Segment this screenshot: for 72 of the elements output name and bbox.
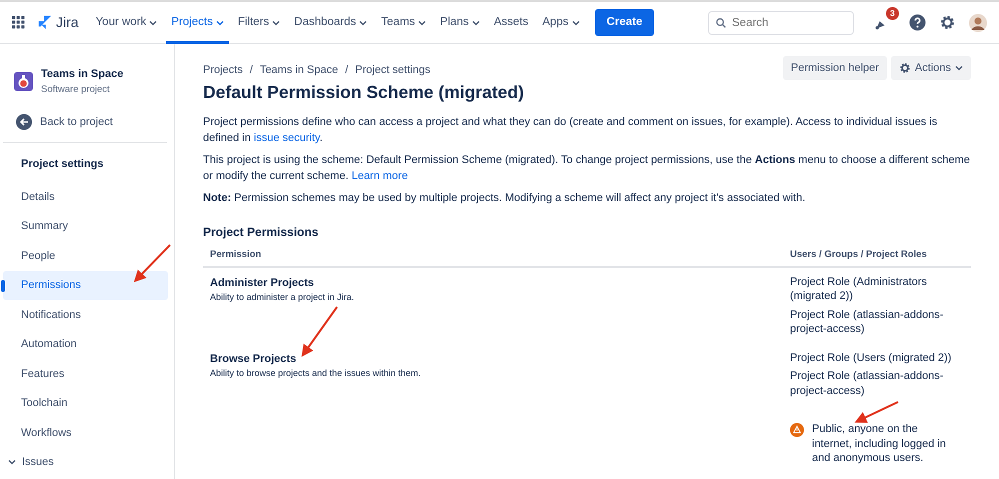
warning-icon	[790, 423, 804, 438]
role-text: Project Role (atlassian-addons-project-access)	[790, 369, 944, 398]
annotation-arrow	[302, 306, 338, 357]
section-title: Project Permissions	[203, 224, 320, 240]
sidebar-item[interactable]: Workflows	[3, 418, 168, 448]
sidebar-item[interactable]: Features	[3, 359, 168, 389]
nav-tab[interactable]: Apps	[537, 4, 585, 44]
breadcrumb-link[interactable]: Teams in Space	[260, 64, 338, 77]
breadcrumb-link[interactable]: Project settings	[355, 64, 430, 77]
breadcrumb-link[interactable]: Projects	[203, 64, 243, 77]
paragraph: Note: Permission schemes may be used by multiple projects. Modifying a scheme will affect any project it's associated with.	[203, 191, 806, 206]
link[interactable]: issue security	[254, 132, 320, 144]
chevron-down-icon	[418, 20, 426, 26]
nav-tab[interactable]: Teams	[376, 4, 432, 44]
sidebar-item[interactable]: People	[3, 241, 168, 271]
column-header: Permission	[210, 248, 262, 262]
permission-helper-button[interactable]: Permission helper	[782, 56, 887, 80]
project-avatar-icon	[14, 72, 33, 91]
page-title: Default Permission Scheme (migrated)	[203, 81, 524, 103]
chevron-down-icon	[8, 459, 16, 466]
logo-icon	[37, 15, 52, 30]
permission-description: Ability to browse projects and the issues within them.	[210, 367, 422, 380]
permission-description: Ability to administer a project in Jira.	[210, 291, 356, 304]
avatar-icon[interactable]	[969, 14, 987, 32]
role-text: Project Role (Administrators (migrated 2))	[790, 274, 928, 304]
project-type: Software project	[41, 82, 111, 96]
role-text: Project Role (Users (migrated 2))	[790, 350, 952, 366]
chevron-down-icon	[272, 20, 280, 26]
help-icon[interactable]	[909, 14, 926, 31]
create-button[interactable]: Create	[594, 8, 654, 36]
chevron-down-icon	[955, 65, 963, 71]
nav-tab[interactable]: Filters	[232, 4, 286, 44]
permission-name: Browse Projects	[210, 352, 298, 367]
app-switcher-icon[interactable]	[12, 16, 25, 29]
settings-icon[interactable]	[939, 14, 956, 31]
sidebar-item[interactable]: Details	[3, 182, 168, 212]
chevron-down-icon	[149, 20, 158, 26]
paragraph: Project permissions define who can access a project and what they can do (create and comment on issues, for example). Access to individual issues is defined in issue security.	[203, 115, 938, 146]
paragraph: This project is using the scheme: Default Permission Scheme (migrated). To change project permissions, use the Actions menu to choose a different scheme or modify the current scheme. Learn more	[203, 153, 971, 184]
breadcrumb-separator: /	[250, 64, 253, 77]
settings-icon	[898, 62, 911, 74]
sidebar-item[interactable]: Notifications	[3, 300, 168, 330]
back-link[interactable]: Back to project	[0, 114, 113, 130]
annotation-arrow	[134, 244, 171, 282]
chevron-down-icon	[359, 20, 368, 26]
chevron-down-icon	[572, 20, 580, 26]
sidebar-item[interactable]: Permissions	[3, 270, 168, 300]
role-text: Project Role (atlassian-addons-project-access)	[790, 308, 944, 337]
sidebar-item[interactable]: Summary	[3, 212, 168, 242]
chevron-down-icon	[472, 20, 480, 26]
nav-tab[interactable]: Assets	[488, 4, 534, 44]
sidebar-item[interactable]: Toolchain	[3, 388, 168, 418]
nav-tab[interactable]: Projects	[166, 4, 229, 44]
nav-tab[interactable]: Plans	[435, 4, 485, 44]
annotation-arrow	[854, 401, 898, 423]
actions-button[interactable]: Actions	[890, 56, 971, 80]
sidebar-heading: Project settings	[20, 157, 105, 172]
project-name: Teams in Space	[41, 67, 124, 82]
permission-name: Administer Projects	[210, 276, 315, 291]
nav-tab[interactable]: Dashboards	[289, 4, 372, 44]
product-name: Jira	[56, 13, 79, 32]
chevron-down-icon	[216, 20, 224, 26]
sidebar-item[interactable]: Automation	[3, 330, 168, 360]
sidebar-group[interactable]: Issues	[3, 448, 168, 478]
search-field[interactable]: Search	[708, 10, 854, 34]
notification-count: 3	[886, 7, 899, 20]
link[interactable]: Learn more	[352, 170, 408, 182]
column-header: Users / Groups / Project Roles	[790, 248, 928, 262]
warning-text: Public, anyone on the internet, including logged in and anonymous users.	[812, 422, 947, 466]
breadcrumb-separator: /	[345, 64, 348, 77]
search-icon	[716, 18, 726, 28]
nav-tab[interactable]: Your work	[90, 4, 162, 44]
